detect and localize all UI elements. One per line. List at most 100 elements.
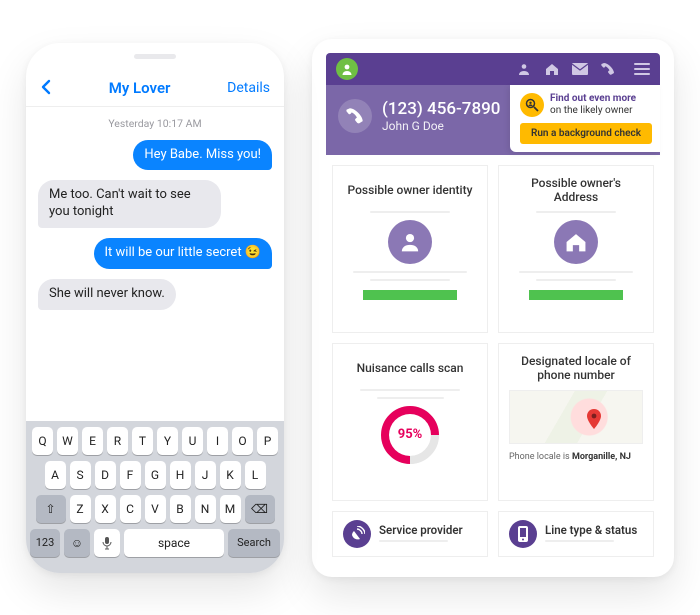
card-title: Line type & status [545,523,643,537]
nav-menu-button[interactable] [634,61,650,77]
key-k[interactable]: K [220,461,241,489]
details-button[interactable]: Details [227,80,270,96]
cta-header: Find out even more on the likely owner [520,93,652,117]
locale-value: Morganille, NJ [572,452,631,462]
tablet-device: (123) 456-7890 John G Doe Find out even … [312,39,674,577]
user-icon [399,231,421,253]
key-o[interactable]: O [232,427,253,455]
cellphone-icon [517,526,529,542]
key-n[interactable]: N [195,495,216,523]
person-icon [340,62,354,76]
lookup-owner-name: John G Doe [382,119,500,133]
lookup-hero: (123) 456-7890 John G Doe Find out even … [326,85,660,155]
message-bubble-outgoing[interactable]: Hey Babe. Miss you! [133,140,272,171]
message-thread[interactable]: Yesterday 10:17 AM Hey Babe. Miss you! M… [26,107,284,421]
key-e[interactable]: E [82,427,103,455]
key-r[interactable]: R [107,427,128,455]
card-title: Nuisance calls scan [357,354,464,382]
message-bubble-incoming[interactable]: Me too. Can't wait to see you tonight [38,180,221,228]
owner-address-card[interactable]: Possible owner's Address [498,165,654,333]
key-c[interactable]: C [120,495,141,523]
satellite-dish-icon [349,526,365,542]
conversation-title[interactable]: My Lover [109,79,171,97]
background-check-cta: Find out even more on the likely owner R… [510,85,660,152]
user-icon [517,62,531,76]
key-t[interactable]: T [132,427,153,455]
placeholder-line [370,211,450,213]
home-icon [545,62,559,76]
nuisance-scan-card[interactable]: Nuisance calls scan 95% [332,343,488,501]
app-logo[interactable] [336,58,358,80]
placeholder-line [379,540,448,542]
key-a[interactable]: A [45,461,66,489]
key-search[interactable]: Search [228,529,280,557]
message-bubble-incoming[interactable]: She will never know. [38,279,176,310]
keyboard-row: A S D F G H J K L [30,461,280,489]
app-top-bar [326,53,660,85]
key-v[interactable]: V [145,495,166,523]
key-j[interactable]: J [195,461,216,489]
messages-nav-bar: My Lover Details [26,71,284,107]
result-cards-grid: Possible owner identity Possible owner's… [326,155,660,511]
cta-text: Find out even more on the likely owner [550,93,636,117]
key-numbers[interactable]: 123 [30,529,60,557]
key-p[interactable]: P [257,427,278,455]
key-g[interactable]: G [145,461,166,489]
key-dictation[interactable] [94,529,120,557]
card-title: Possible owner identity [348,176,473,204]
bottom-row: Service provider Line type & status [326,511,660,563]
placeholder-line [545,540,614,542]
card-title: Possible owner's Address [509,176,643,204]
key-s[interactable]: S [70,461,91,489]
chevron-left-icon [40,79,52,95]
line-type-card[interactable]: Line type & status [498,511,654,557]
key-z[interactable]: Z [70,495,91,523]
service-provider-card[interactable]: Service provider [332,511,488,557]
nav-home-button[interactable] [544,61,560,77]
key-h[interactable]: H [170,461,191,489]
key-x[interactable]: X [95,495,116,523]
nav-mail-button[interactable] [572,61,588,77]
cta-line1: Find out even more [550,93,636,104]
speaker-grille [134,54,176,59]
keyboard-row: ⇧ Z X C V B N M ⌫ [30,495,280,523]
key-d[interactable]: D [95,461,116,489]
hamburger-icon [634,63,650,75]
key-space[interactable]: space [124,529,224,557]
nav-phone-button[interactable] [600,61,616,77]
key-q[interactable]: Q [32,427,53,455]
locale-label: Phone locale is [509,452,572,462]
key-y[interactable]: Y [157,427,178,455]
placeholder-line [536,279,616,281]
phone-notch-area [26,43,284,71]
phone-locale-card[interactable]: Designated locale of phone number Phone … [498,343,654,501]
back-button[interactable] [40,76,52,100]
key-w[interactable]: W [57,427,78,455]
placeholder-line [519,271,633,273]
run-background-check-button[interactable]: Run a background check [520,123,652,144]
placeholder-line [353,271,467,273]
key-emoji[interactable]: ☺ [64,529,90,557]
nuisance-percent-value: 95% [398,427,423,442]
card-text: Service provider [379,523,477,545]
card-title: Designated locale of phone number [509,354,643,382]
home-icon [565,231,587,253]
key-b[interactable]: B [170,495,191,523]
placeholder-line [370,279,450,281]
phone-icon [601,62,615,76]
locale-map[interactable] [509,390,643,444]
key-u[interactable]: U [182,427,203,455]
key-i[interactable]: I [207,427,228,455]
owner-identity-card[interactable]: Possible owner identity [332,165,488,333]
key-shift[interactable]: ⇧ [36,495,66,523]
hero-text: (123) 456-7890 John G Doe [382,99,500,133]
message-bubble-outgoing[interactable]: It will be our little secret 😉 [94,238,272,269]
keyboard-row: 123 ☺ space Search [30,529,280,557]
hero-phone-badge [338,99,372,133]
key-l[interactable]: L [245,461,266,489]
key-m[interactable]: M [220,495,241,523]
key-backspace[interactable]: ⌫ [245,495,275,523]
nav-account-button[interactable] [516,61,532,77]
key-f[interactable]: F [120,461,141,489]
locale-caption: Phone locale is Morganille, NJ [509,452,631,462]
